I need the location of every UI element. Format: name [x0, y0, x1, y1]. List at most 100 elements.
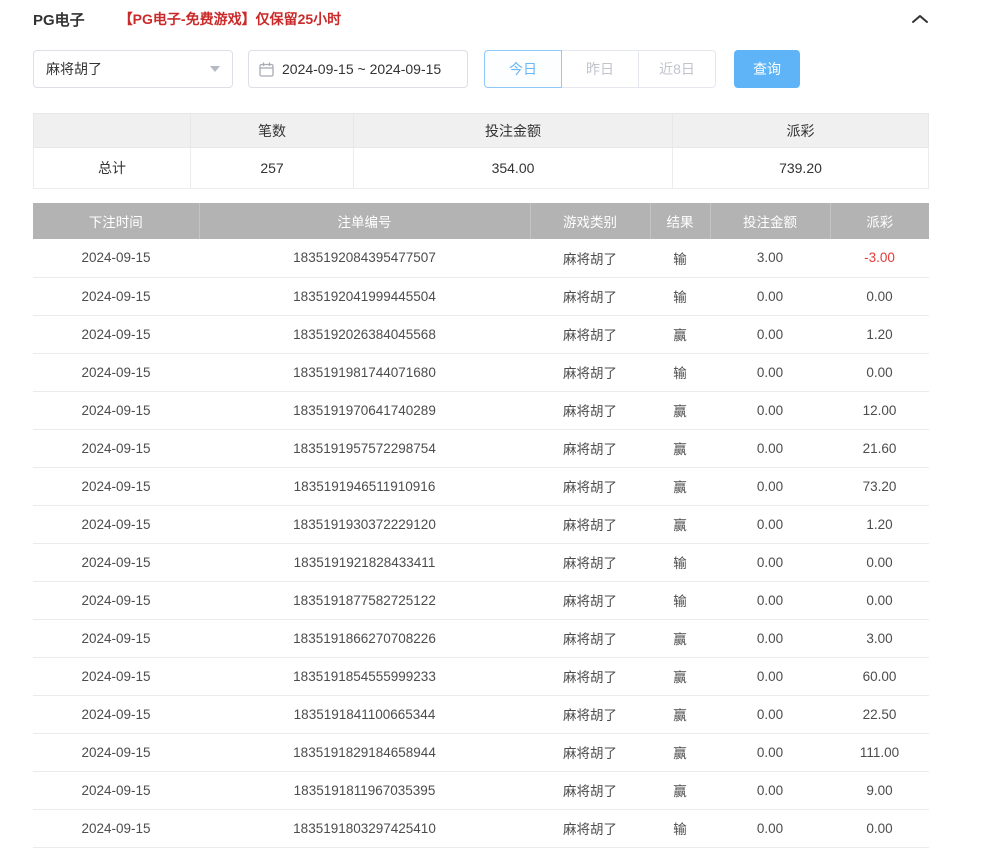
table-row: 2024-09-151835191811967035395麻将胡了赢0.009.… — [33, 771, 929, 809]
cell-date: 2024-09-15 — [33, 771, 199, 809]
cell-bet-id: 1835191811967035395 — [199, 771, 530, 809]
cell-bet-amount: 3.00 — [710, 239, 830, 277]
cell-payout: 73.20 — [830, 467, 929, 505]
table-row: 2024-09-151835191930372229120麻将胡了赢0.001.… — [33, 505, 929, 543]
records-header-3: 结果 — [650, 203, 710, 239]
cell-bet-amount: 0.00 — [710, 467, 830, 505]
quick-range-button-0[interactable]: 今日 — [484, 50, 562, 88]
date-range-input[interactable]: 2024-09-15 ~ 2024-09-15 — [248, 50, 468, 88]
table-row: 2024-09-151835191970641740289麻将胡了赢0.0012… — [33, 391, 929, 429]
cell-game: 麻将胡了 — [530, 543, 650, 581]
game-select-value: 麻将胡了 — [46, 59, 210, 79]
table-row: 2024-09-151835191841100665344麻将胡了赢0.0022… — [33, 695, 929, 733]
cell-bet-id: 1835192041999445504 — [199, 277, 530, 315]
records-header-5: 派彩 — [830, 203, 929, 239]
cell-game: 麻将胡了 — [530, 239, 650, 277]
table-row: 2024-09-151835191803297425410麻将胡了输0.000.… — [33, 809, 929, 847]
date-range-value: 2024-09-15 ~ 2024-09-15 — [282, 61, 441, 77]
summary-header-2: 投注金额 — [354, 114, 673, 148]
table-row: 2024-09-151835191854555999233麻将胡了赢0.0060… — [33, 657, 929, 695]
cell-date: 2024-09-15 — [33, 505, 199, 543]
summary-bet-amount: 354.00 — [354, 148, 673, 189]
cell-result: 输 — [650, 809, 710, 847]
cell-payout: 0.00 — [830, 277, 929, 315]
cell-bet-amount: 0.00 — [710, 581, 830, 619]
summary-header-row: 笔数投注金额派彩 — [34, 114, 929, 148]
search-button[interactable]: 查询 — [734, 50, 800, 88]
cell-bet-id: 1835191930372229120 — [199, 505, 530, 543]
summary-header-0 — [34, 114, 191, 148]
cell-game: 麻将胡了 — [530, 733, 650, 771]
cell-bet-amount: 0.00 — [710, 657, 830, 695]
cell-bet-amount: 0.00 — [710, 277, 830, 315]
collapse-button[interactable] — [911, 13, 929, 25]
table-row: 2024-09-151835191957572298754麻将胡了赢0.0021… — [33, 429, 929, 467]
table-row: 2024-09-151835191866270708226麻将胡了赢0.003.… — [33, 619, 929, 657]
cell-bet-id: 1835191921828433411 — [199, 543, 530, 581]
cell-bet-id: 1835192084395477507 — [199, 239, 530, 277]
calendar-icon — [259, 62, 274, 77]
cell-result: 赢 — [650, 733, 710, 771]
table-row: 2024-09-151835192026384045568麻将胡了赢0.001.… — [33, 315, 929, 353]
cell-date: 2024-09-15 — [33, 277, 199, 315]
cell-game: 麻将胡了 — [530, 619, 650, 657]
cell-payout: 0.00 — [830, 543, 929, 581]
summary-total-label: 总计 — [34, 148, 191, 189]
cell-payout: 0.00 — [830, 353, 929, 391]
cell-bet-id: 1835191946511910916 — [199, 467, 530, 505]
cell-payout: -3.00 — [830, 239, 929, 277]
cell-date: 2024-09-15 — [33, 315, 199, 353]
cell-bet-id: 1835191803297425410 — [199, 809, 530, 847]
cell-game: 麻将胡了 — [530, 657, 650, 695]
cell-result: 赢 — [650, 771, 710, 809]
cell-game: 麻将胡了 — [530, 695, 650, 733]
cell-bet-id: 1835191981744071680 — [199, 353, 530, 391]
cell-payout: 9.00 — [830, 771, 929, 809]
cell-bet-amount: 0.00 — [710, 809, 830, 847]
quick-range-button-1[interactable]: 昨日 — [561, 50, 639, 88]
cell-payout: 3.00 — [830, 619, 929, 657]
cell-game: 麻将胡了 — [530, 467, 650, 505]
cell-game: 麻将胡了 — [530, 315, 650, 353]
quick-range-button-2[interactable]: 近8日 — [638, 50, 716, 88]
cell-bet-id: 1835191957572298754 — [199, 429, 530, 467]
cell-bet-amount: 0.00 — [710, 771, 830, 809]
cell-result: 赢 — [650, 429, 710, 467]
records-header-0: 下注时间 — [33, 203, 199, 239]
cell-bet-id: 1835191877582725122 — [199, 581, 530, 619]
summary-header-3: 派彩 — [673, 114, 929, 148]
cell-bet-amount: 0.00 — [710, 695, 830, 733]
cell-result: 赢 — [650, 315, 710, 353]
game-select[interactable]: 麻将胡了 — [33, 50, 233, 88]
cell-result: 输 — [650, 239, 710, 277]
table-row: 2024-09-151835191921828433411麻将胡了输0.000.… — [33, 543, 929, 581]
table-row: 2024-09-151835191829184658944麻将胡了赢0.0011… — [33, 733, 929, 771]
cell-date: 2024-09-15 — [33, 391, 199, 429]
cell-bet-amount: 0.00 — [710, 733, 830, 771]
cell-bet-id: 1835192026384045568 — [199, 315, 530, 353]
summary-header-1: 笔数 — [191, 114, 354, 148]
page-content: PG电子 【PG电子-免费游戏】仅保留25小时 麻将胡了 — [33, 0, 929, 848]
cell-date: 2024-09-15 — [33, 429, 199, 467]
cell-bet-amount: 0.00 — [710, 429, 830, 467]
chevron-up-icon — [911, 13, 929, 25]
cell-result: 赢 — [650, 619, 710, 657]
cell-date: 2024-09-15 — [33, 543, 199, 581]
page-title: PG电子 — [33, 9, 85, 30]
table-row: 2024-09-151835192041999445504麻将胡了输0.000.… — [33, 277, 929, 315]
cell-date: 2024-09-15 — [33, 619, 199, 657]
table-row: 2024-09-151835191946511910916麻将胡了赢0.0073… — [33, 467, 929, 505]
cell-payout: 1.20 — [830, 505, 929, 543]
records-header-2: 游戏类别 — [530, 203, 650, 239]
cell-result: 赢 — [650, 657, 710, 695]
cell-date: 2024-09-15 — [33, 695, 199, 733]
cell-date: 2024-09-15 — [33, 353, 199, 391]
cell-bet-id: 1835191829184658944 — [199, 733, 530, 771]
cell-bet-amount: 0.00 — [710, 619, 830, 657]
cell-game: 麻将胡了 — [530, 809, 650, 847]
cell-date: 2024-09-15 — [33, 733, 199, 771]
summary-count: 257 — [191, 148, 354, 189]
cell-game: 麻将胡了 — [530, 771, 650, 809]
cell-game: 麻将胡了 — [530, 391, 650, 429]
cell-payout: 0.00 — [830, 809, 929, 847]
